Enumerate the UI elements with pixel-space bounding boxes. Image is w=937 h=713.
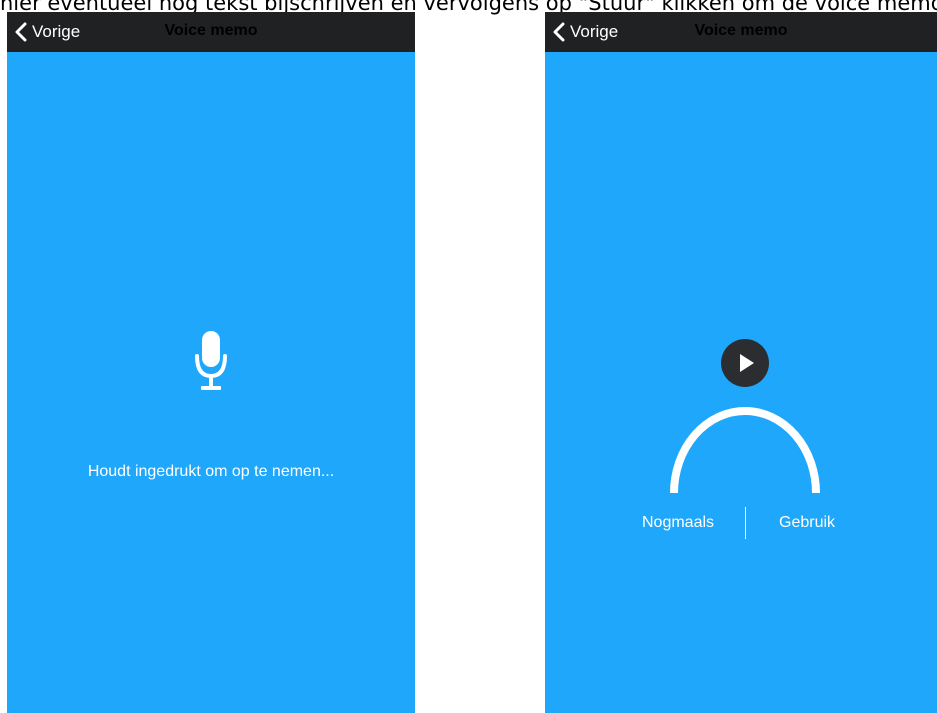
playback-screen: Vorige Voice memo Nogmaals Gebruik — [545, 12, 937, 713]
chevron-left-icon — [15, 22, 27, 42]
record-hint: Houdt ingedrukt om op te nemen... — [87, 463, 335, 480]
action-divider — [745, 507, 746, 539]
play-icon — [740, 354, 754, 372]
back-button[interactable]: Vorige — [13, 16, 80, 48]
use-recording-button[interactable]: Gebruik — [779, 514, 835, 532]
back-button[interactable]: Vorige — [551, 16, 618, 48]
back-label: Vorige — [32, 22, 81, 41]
play-button[interactable] — [721, 339, 769, 387]
record-again-button[interactable]: Nogmaals — [642, 514, 714, 532]
back-label: Vorige — [570, 22, 619, 41]
navigation-bar: Vorige Voice memo — [7, 12, 415, 52]
chevron-left-icon — [553, 22, 565, 42]
playback-progress-arc — [670, 407, 820, 494]
record-screen: Vorige Voice memo Houdt ingedrukt om op … — [7, 12, 415, 713]
navigation-bar: Vorige Voice memo — [545, 12, 937, 52]
microphone-icon[interactable] — [194, 331, 228, 393]
